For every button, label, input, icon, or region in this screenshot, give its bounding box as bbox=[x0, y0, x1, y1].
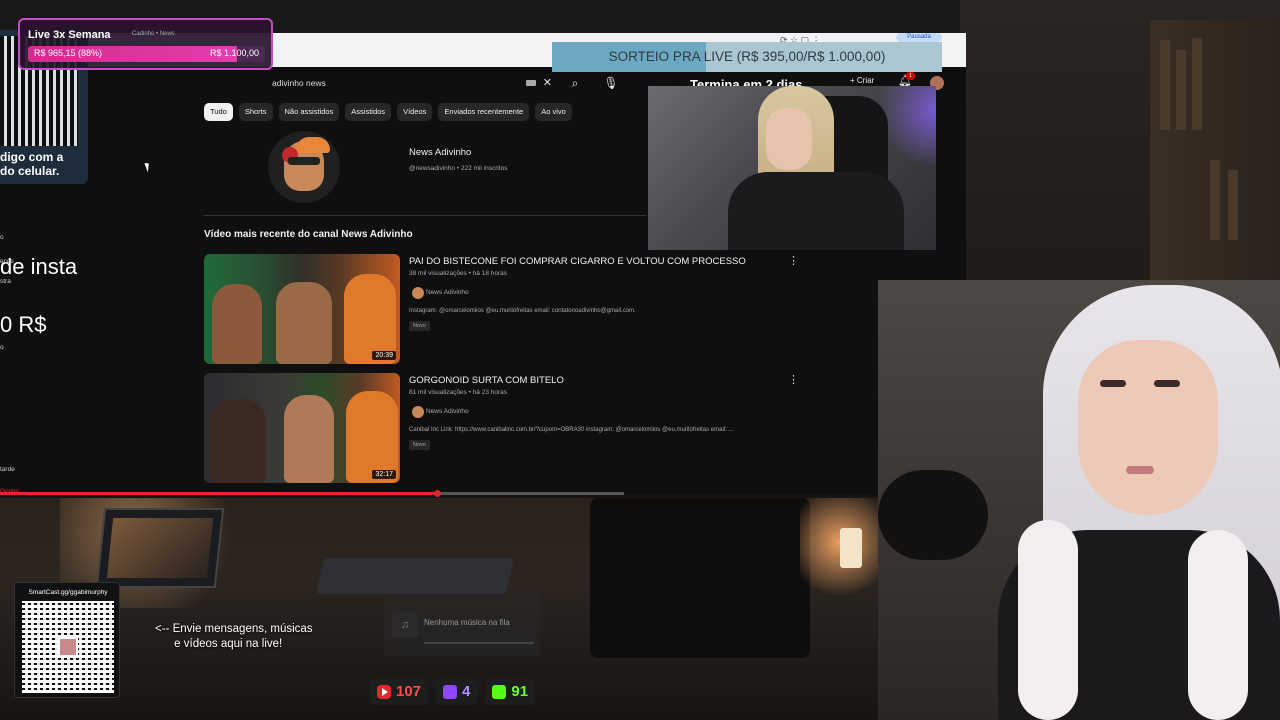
mic-icon[interactable]: 🎙︎ bbox=[598, 70, 624, 96]
divider bbox=[204, 215, 646, 216]
more-options-icon[interactable]: ⋮ bbox=[788, 373, 799, 386]
smartcast-qr-code bbox=[22, 601, 114, 693]
send-messages-hint: <-- Envie mensagens, músicas e vídeos aq… bbox=[155, 623, 313, 650]
more-options-icon[interactable]: ⋮ bbox=[788, 254, 799, 267]
goal-current: R$ 965,15 (88%) bbox=[34, 48, 103, 58]
giveaway-banner: SORTEIO PRA LIVE (R$ 395,00/R$ 1.000,00) bbox=[552, 42, 942, 72]
music-note-icon: ♫ bbox=[392, 612, 418, 638]
profile-paused-badge[interactable]: Pausada bbox=[896, 33, 942, 42]
video-channel[interactable]: News Adivinho bbox=[426, 289, 469, 296]
viewer-counters: 107 4 91 bbox=[370, 678, 536, 705]
youtube-count: 107 bbox=[396, 683, 422, 700]
video-thumbnail[interactable]: 32:17 bbox=[204, 373, 400, 483]
chip-recent[interactable]: Enviados recentemente bbox=[438, 103, 530, 121]
new-badge: Novo bbox=[409, 321, 430, 331]
channel-icon[interactable] bbox=[412, 287, 424, 299]
partial-text: stra bbox=[0, 278, 11, 285]
channel-name[interactable]: News Adivinho bbox=[409, 147, 471, 158]
progress-knob[interactable] bbox=[433, 490, 441, 497]
chip-shorts[interactable]: Shorts bbox=[238, 103, 273, 121]
create-button[interactable]: + Criar bbox=[850, 76, 874, 85]
giveaway-text: SORTEIO PRA LIVE (R$ 395,00/R$ 1.000,00) bbox=[608, 49, 886, 64]
search-icon[interactable]: ⌕ bbox=[562, 70, 588, 96]
qr-caption: digo com a do celular. bbox=[0, 150, 64, 178]
video-title[interactable]: GORGONOID SURTA COM BITELO bbox=[409, 375, 564, 386]
laptop bbox=[95, 508, 225, 588]
twitch-count: 4 bbox=[462, 683, 471, 700]
chip-videos[interactable]: Vídeos bbox=[397, 103, 433, 121]
video-description: Instagram: @omarcelomiios @eu.murilofrei… bbox=[409, 308, 636, 314]
partial-text: Gostei bbox=[0, 488, 19, 495]
twitch-viewers: 4 bbox=[436, 678, 478, 705]
chip-live[interactable]: Ao vivo bbox=[535, 103, 572, 121]
donation-goal: Live 3x Semana Cadinho • News R$ 965,15 … bbox=[18, 18, 273, 70]
mouse-cursor-icon bbox=[144, 161, 152, 173]
channel-meta: @newsadivinho • 222 mil inscritos bbox=[409, 165, 508, 172]
music-queue-status: Nenhuma música na fila bbox=[424, 618, 510, 627]
plus-icon: + bbox=[850, 76, 857, 85]
partial-text: o bbox=[0, 234, 4, 241]
video-result[interactable]: 20:39 PAI DO BISTECONE FOI COMPRAR CIGAR… bbox=[204, 254, 804, 364]
youtube-icon bbox=[377, 684, 391, 699]
candle bbox=[840, 528, 862, 568]
kick-count: 91 bbox=[511, 683, 529, 700]
video-meta: 38 mil visualizações • há 18 horas bbox=[409, 270, 508, 277]
video-title[interactable]: PAI DO BISTECONE FOI COMPRAR CIGARRO E V… bbox=[409, 256, 746, 267]
kick-icon bbox=[492, 684, 507, 699]
clear-search-icon[interactable]: ✕ bbox=[543, 73, 552, 93]
chip-watched[interactable]: Assistidos bbox=[345, 103, 392, 121]
video-channel[interactable]: News Adivinho bbox=[426, 408, 469, 415]
bookshelf bbox=[1150, 20, 1280, 280]
smartcast-card: SmartCast.gg/ggabimurphy bbox=[14, 582, 120, 698]
goal-target: R$ 1.100,00 bbox=[209, 48, 259, 58]
twitch-icon bbox=[443, 684, 458, 699]
section-title: Vídeo mais recente do canal News Adivinh… bbox=[204, 229, 413, 240]
left-overlay: digo com a do celular. o de insta ecos s… bbox=[0, 0, 200, 495]
goal-bar: R$ 965,15 (88%) R$ 1.100,00 bbox=[28, 46, 265, 62]
kick-viewers: 91 bbox=[485, 678, 536, 705]
partial-amount: 0 R$ bbox=[0, 312, 47, 337]
search-input[interactable]: adivinho news ✕ bbox=[262, 73, 564, 93]
youtube-viewers: 107 bbox=[370, 678, 429, 705]
video-meta: 81 mil visualizações • há 23 horas bbox=[409, 389, 508, 396]
keyboard-icon[interactable] bbox=[526, 80, 536, 86]
channel-icon[interactable] bbox=[412, 406, 424, 418]
partial-text: tarde bbox=[0, 466, 15, 473]
new-badge: Novo bbox=[409, 440, 430, 450]
search-query: adivinho news bbox=[272, 78, 326, 88]
keyboard bbox=[316, 558, 514, 594]
microphone bbox=[878, 470, 988, 560]
filter-chips: Tudo Shorts Não assistidos Assistidos Ví… bbox=[204, 103, 572, 121]
goal-title: Live 3x Semana bbox=[28, 29, 111, 41]
channel-avatar[interactable] bbox=[268, 131, 340, 203]
chip-unwatched[interactable]: Não assistidos bbox=[278, 103, 340, 121]
video-result[interactable]: 32:17 GORGONOID SURTA COM BITELO 81 mil … bbox=[204, 373, 804, 483]
smartcast-url: SmartCast.gg/ggabimurphy bbox=[28, 589, 108, 596]
webcam-facecam bbox=[878, 280, 1280, 720]
create-label: Criar bbox=[856, 76, 875, 85]
stream-frame: ⟳ ☆ ▢ ⋮ Pausada adivinho news ✕ ⌕ 🎙︎ Tud… bbox=[0, 0, 1280, 720]
notification-count: 1 bbox=[906, 72, 915, 80]
music-queue-widget: ♫ Nenhuma música na fila bbox=[384, 594, 540, 656]
webcam-desk-view bbox=[648, 86, 936, 250]
video-duration: 20:39 bbox=[372, 351, 396, 360]
video-thumbnail[interactable]: 20:39 bbox=[204, 254, 400, 364]
video-description: Canibal Inc Link: https://www.canibalinc… bbox=[409, 427, 734, 433]
partial-text: ecos bbox=[0, 258, 14, 265]
goal-subtitle: Cadinho • News bbox=[132, 31, 175, 37]
video-duration: 32:17 bbox=[372, 470, 396, 479]
chip-all[interactable]: Tudo bbox=[204, 103, 233, 121]
partial-text: o bbox=[0, 344, 4, 351]
